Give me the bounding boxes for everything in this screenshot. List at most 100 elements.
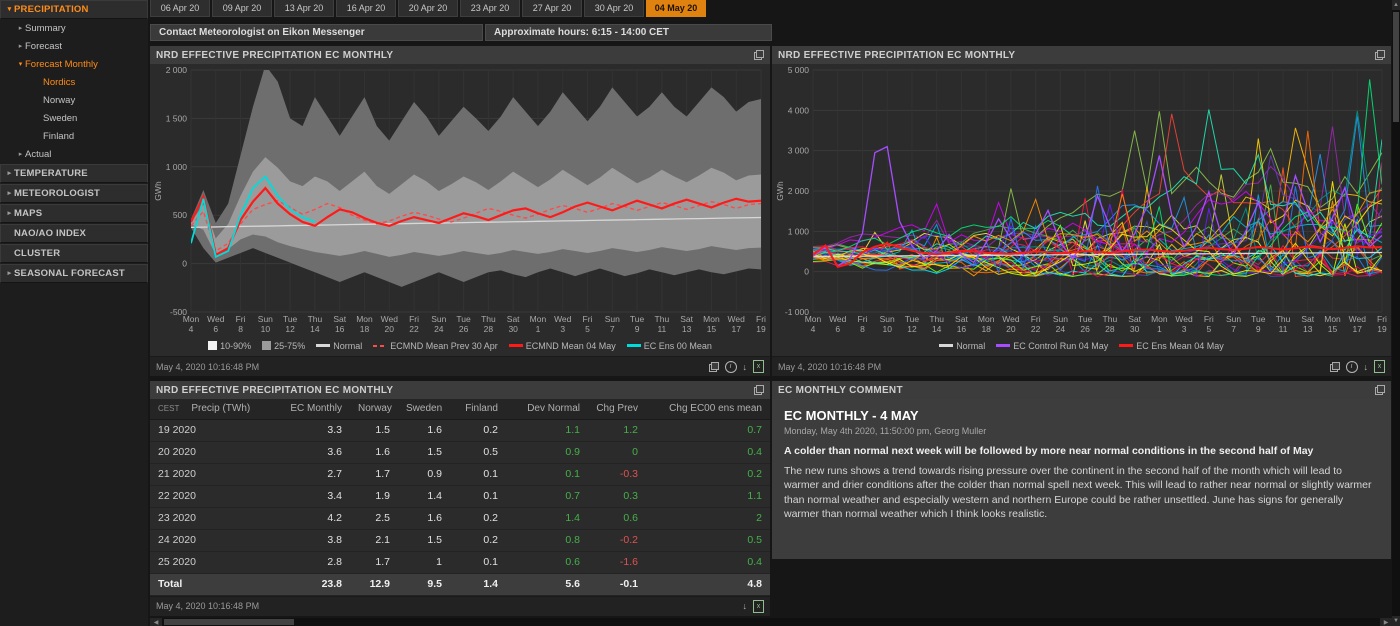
horizontal-scrollbar[interactable]: ◀ ▶ <box>150 618 1392 626</box>
svg-text:17: 17 <box>731 324 741 334</box>
sidebar-item-actual[interactable]: ▸Actual <box>0 146 148 164</box>
info-icon[interactable]: i <box>725 361 737 373</box>
svg-text:Thu: Thu <box>308 314 323 324</box>
table-timestamp: May 4, 2020 10:16:48 PM <box>156 601 259 611</box>
info-icon[interactable]: i <box>1346 361 1358 373</box>
sidebar-item-precipitation[interactable]: ▾PRECIPITATION <box>0 0 148 19</box>
date-tab-20-apr-20[interactable]: 20 Apr 20 <box>398 0 458 17</box>
horizontal-scroll-thumb[interactable] <box>164 619 294 625</box>
panel-title: NRD EFFECTIVE PRECIPITATION EC MONTHLY <box>778 50 1015 61</box>
date-tab-27-apr-20[interactable]: 27 Apr 20 <box>522 0 582 17</box>
sidebar-item-maps[interactable]: ▸MAPS <box>0 204 148 223</box>
date-tab-13-apr-20[interactable]: 13 Apr 20 <box>274 0 334 17</box>
legend-item-ec-control-run-04-may[interactable]: EC Control Run 04 May <box>996 341 1108 351</box>
sidebar-item-summary[interactable]: ▸Summary <box>0 20 148 38</box>
cell-norway: 1.6 <box>350 441 398 463</box>
open-window-icon[interactable] <box>1330 362 1340 372</box>
scroll-right-icon[interactable]: ▶ <box>1380 618 1392 626</box>
table-header-finland[interactable]: Finland <box>450 399 506 419</box>
download-icon[interactable]: ↓ <box>1364 362 1369 372</box>
download-icon[interactable]: ↓ <box>743 601 748 611</box>
svg-text:GWh: GWh <box>775 181 785 201</box>
download-icon[interactable]: ↓ <box>743 362 748 372</box>
sidebar-item-cluster[interactable]: CLUSTER <box>0 244 148 263</box>
legend-item-ec-ens-00-mean[interactable]: EC Ens 00 Mean <box>627 341 712 351</box>
date-tab-04-may-20[interactable]: 04 May 20 <box>646 0 706 17</box>
table-header-norway[interactable]: Norway <box>350 399 398 419</box>
table-row-20-2020[interactable]: 20 20203.61.61.50.50.900.4 <box>150 441 770 463</box>
sidebar-item-temperature[interactable]: ▸TEMPERATURE <box>0 164 148 183</box>
svg-text:19: 19 <box>756 324 766 334</box>
table-header-sweden[interactable]: Sweden <box>398 399 450 419</box>
vertical-scrollbar[interactable]: ▲ ▼ <box>1392 0 1400 626</box>
legend-item-normal[interactable]: Normal <box>939 341 985 351</box>
cell-dev_normal: 1.4 <box>506 507 588 529</box>
svg-text:15: 15 <box>1328 324 1338 334</box>
legend-item-25-75[interactable]: 25-75% <box>262 341 305 351</box>
sidebar-item-label: TEMPERATURE <box>14 165 88 183</box>
cell-ec_monthly: 2.8 <box>270 551 350 573</box>
svg-text:22: 22 <box>409 324 419 334</box>
comment-body: EC MONTHLY - 4 MAY Monday, May 4th 2020,… <box>772 399 1391 559</box>
sidebar-item-nao-ao-index[interactable]: NAO/AO INDEX <box>0 224 148 243</box>
legend-item-10-90[interactable]: 10-90% <box>208 341 251 351</box>
scroll-down-icon[interactable]: ▼ <box>1392 616 1400 626</box>
sidebar-item-label: Sweden <box>43 110 77 128</box>
legend-item-ecmnd-mean-04-may[interactable]: ECMND Mean 04 May <box>509 341 616 351</box>
cell-label: 21 2020 <box>150 463 270 485</box>
vertical-scroll-thumb[interactable] <box>1393 12 1399 122</box>
table-row-19-2020[interactable]: 19 20203.31.51.60.21.11.20.7 <box>150 419 770 441</box>
date-tab-09-apr-20[interactable]: 09 Apr 20 <box>212 0 272 17</box>
table-row-25-2020[interactable]: 25 20202.81.710.10.6-1.60.4 <box>150 551 770 573</box>
table-header-chg-prev[interactable]: Chg Prev <box>588 399 646 419</box>
table-header-chg-ec00-ens-mean[interactable]: Chg EC00 ens mean <box>646 399 770 419</box>
ensemble-chart[interactable]: -1 00001 0002 0003 0004 0005 000GWhMon4W… <box>773 64 1390 338</box>
panel-precipitation-table: NRD EFFECTIVE PRECIPITATION EC MONTHLY C… <box>150 381 770 614</box>
sidebar-item-norway[interactable]: Norway <box>0 92 148 110</box>
sidebar-item-forecast-monthly[interactable]: ▾Forecast Monthly <box>0 56 148 74</box>
scroll-left-icon[interactable]: ◀ <box>150 618 162 626</box>
table-header-dev-normal[interactable]: Dev Normal <box>506 399 588 419</box>
svg-text:3: 3 <box>560 324 565 334</box>
open-window-icon[interactable] <box>709 362 719 372</box>
table-row-23-2020[interactable]: 23 20204.22.51.60.21.40.62 <box>150 507 770 529</box>
popout-icon[interactable] <box>754 50 764 60</box>
cell-finland: 0.1 <box>450 485 506 507</box>
sidebar-item-sweden[interactable]: Sweden <box>0 110 148 128</box>
popout-icon[interactable] <box>1375 50 1385 60</box>
precipitation-range-chart[interactable]: -50005001 0001 5002 000GWhMon4Wed6Fri8Su… <box>151 64 769 338</box>
comment-byline: Monday, May 4th 2020, 11:50:00 pm, Georg… <box>784 426 1379 436</box>
approximate-hours-bar: Approximate hours: 6:15 - 14:00 CET <box>485 24 772 41</box>
legend-item-normal[interactable]: Normal <box>316 341 362 351</box>
table-row-21-2020[interactable]: 21 20202.71.70.90.10.1-0.30.2 <box>150 463 770 485</box>
date-tab-30-apr-20[interactable]: 30 Apr 20 <box>584 0 644 17</box>
table-row-24-2020[interactable]: 24 20203.82.11.50.20.8-0.20.5 <box>150 529 770 551</box>
excel-export-icon[interactable]: x <box>753 600 764 613</box>
legend-item-ec-ens-mean-04-may[interactable]: EC Ens Mean 04 May <box>1119 341 1224 351</box>
sidebar-item-forecast[interactable]: ▸Forecast <box>0 38 148 56</box>
date-tab-16-apr-20[interactable]: 16 Apr 20 <box>336 0 396 17</box>
cell-sweden: 1.5 <box>398 441 450 463</box>
sidebar-item-finland[interactable]: Finland <box>0 128 148 146</box>
svg-text:Tue: Tue <box>630 314 645 324</box>
svg-text:Mon: Mon <box>703 314 720 324</box>
table-total-row[interactable]: Total23.812.99.51.45.6-0.14.8 <box>150 573 770 595</box>
sidebar-item-nordics[interactable]: Nordics <box>0 74 148 92</box>
cell-norway: 2.5 <box>350 507 398 529</box>
legend-item-ecmnd-mean-prev-30-apr[interactable]: ECMND Mean Prev 30 Apr <box>373 341 498 351</box>
popout-icon[interactable] <box>754 385 764 395</box>
date-tab-06-apr-20[interactable]: 06 Apr 20 <box>150 0 210 17</box>
chevron-right-icon: ▸ <box>5 205 14 223</box>
cell-finland: 0.1 <box>450 463 506 485</box>
popout-icon[interactable] <box>1375 385 1385 395</box>
sidebar-item-meteorologist[interactable]: ▸METEOROLOGIST <box>0 184 148 203</box>
excel-export-icon[interactable]: x <box>753 360 764 373</box>
table-header-ec-monthly[interactable]: EC Monthly <box>270 399 350 419</box>
svg-text:Mon: Mon <box>356 314 373 324</box>
excel-export-icon[interactable]: x <box>1374 360 1385 373</box>
svg-text:28: 28 <box>1105 324 1115 334</box>
date-tab-23-apr-20[interactable]: 23 Apr 20 <box>460 0 520 17</box>
scroll-up-icon[interactable]: ▲ <box>1392 0 1400 10</box>
sidebar-item-seasonal-forecast[interactable]: ▸SEASONAL FORECAST <box>0 264 148 283</box>
table-row-22-2020[interactable]: 22 20203.41.91.40.10.70.31.1 <box>150 485 770 507</box>
